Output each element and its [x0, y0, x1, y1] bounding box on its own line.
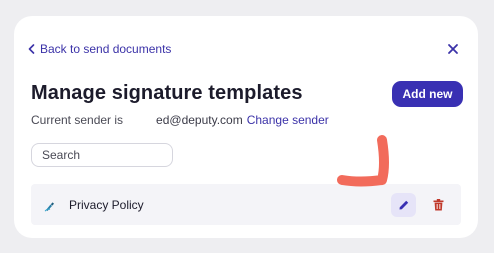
close-icon	[448, 44, 458, 54]
template-row: Privacy Policy	[31, 184, 461, 225]
signature-pen-icon	[44, 199, 56, 212]
close-button[interactable]	[446, 42, 460, 56]
trash-icon	[433, 199, 443, 211]
delete-button[interactable]	[427, 193, 449, 217]
add-new-button[interactable]: Add new	[392, 81, 463, 107]
current-sender-row: Current sender is ed@deputy.com Change sen…	[31, 113, 329, 127]
sender-email: ed@deputy.com	[156, 113, 243, 127]
signature-templates-panel: Back to send documents Manage signature …	[14, 16, 478, 238]
back-link[interactable]: Back to send documents	[28, 42, 171, 56]
search-input[interactable]	[31, 143, 173, 167]
chevron-left-icon	[28, 44, 35, 54]
page-frame: Back to send documents Manage signature …	[0, 0, 494, 253]
edit-button[interactable]	[391, 193, 416, 217]
page-title: Manage signature templates	[31, 82, 303, 104]
sender-label: Current sender is	[31, 113, 124, 127]
pencil-icon	[399, 200, 408, 210]
back-link-label: Back to send documents	[40, 42, 172, 56]
change-sender-link[interactable]: Change sender	[247, 113, 329, 127]
template-name[interactable]: Privacy Policy	[69, 198, 144, 212]
